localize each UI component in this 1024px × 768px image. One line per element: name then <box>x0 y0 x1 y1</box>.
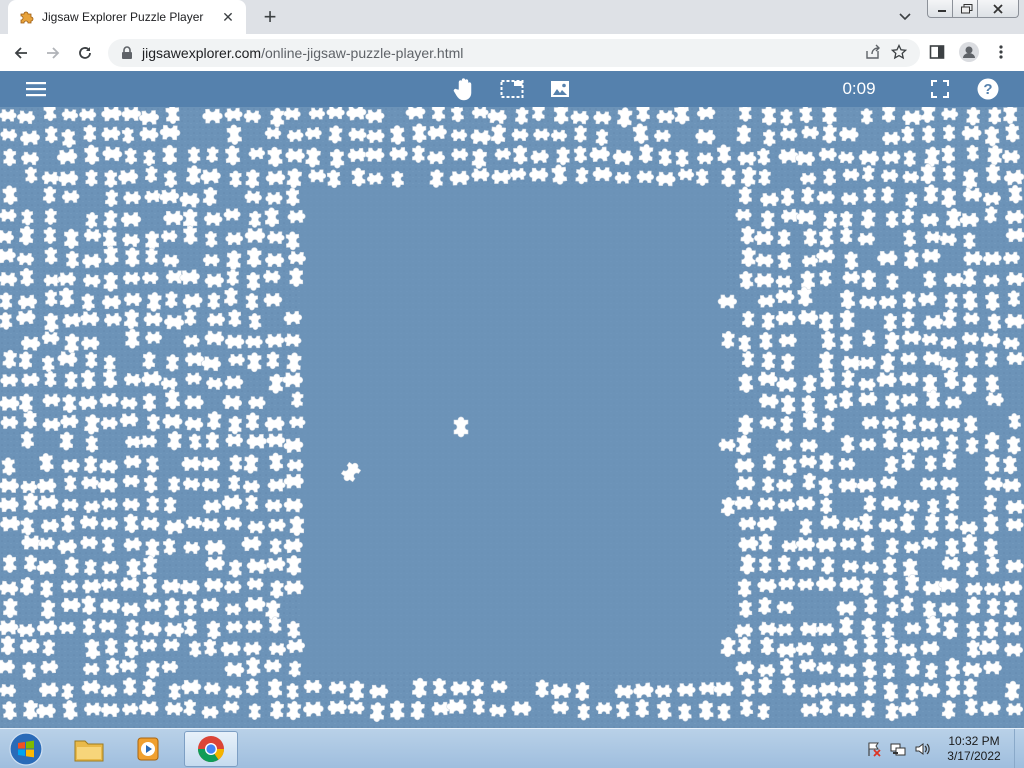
share-icon[interactable] <box>862 41 884 63</box>
clock-time: 10:32 PM <box>948 734 1000 748</box>
back-button[interactable] <box>8 40 34 66</box>
help-icon[interactable]: ? <box>976 77 1000 101</box>
start-button[interactable] <box>6 731 46 767</box>
assembly-area <box>300 187 725 672</box>
address-bar[interactable]: jigsawexplorer.com/online-jigsaw-puzzle-… <box>108 39 920 67</box>
url-path: /online-jigsaw-puzzle-player.html <box>261 45 464 61</box>
side-panel-icon[interactable] <box>926 41 948 63</box>
more-menu-icon[interactable] <box>990 41 1012 63</box>
browser-tab[interactable]: Jigsaw Explorer Puzzle Player ✕ <box>8 0 246 34</box>
fullscreen-icon[interactable] <box>928 77 952 101</box>
browser-toolbar: jigsawexplorer.com/online-jigsaw-puzzle-… <box>0 34 1024 71</box>
google-chrome-taskbar-icon[interactable] <box>184 731 238 767</box>
close-tab-icon[interactable]: ✕ <box>220 9 236 25</box>
show-desktop-button[interactable] <box>1014 729 1024 768</box>
hand-icon[interactable] <box>452 77 476 101</box>
puzzle-timer: 0:09 <box>842 79 876 98</box>
tab-title: Jigsaw Explorer Puzzle Player <box>42 10 204 24</box>
forward-button[interactable] <box>40 40 66 66</box>
puzzle-pieces-layer[interactable] <box>0 107 1024 728</box>
media-player-taskbar-icon[interactable] <box>122 731 176 767</box>
menu-icon[interactable] <box>24 77 48 101</box>
puzzle-app-bar: 0:09 ? <box>0 71 1024 107</box>
action-center-flag-icon[interactable] <box>866 741 882 757</box>
system-clock[interactable]: 10:32 PM 3/17/2022 <box>944 734 1004 764</box>
bookmark-star-icon[interactable] <box>888 41 910 63</box>
new-tab-button[interactable]: + <box>258 4 282 29</box>
url-domain: jigsawexplorer.com <box>142 45 262 61</box>
image-icon[interactable] <box>548 77 572 101</box>
network-icon[interactable] <box>890 741 906 757</box>
windows-taskbar: 10:32 PM 3/17/2022 <box>0 728 1024 768</box>
tab-search-icon[interactable] <box>896 8 914 26</box>
puzzle-icon <box>18 9 34 25</box>
windows-explorer-taskbar-icon[interactable] <box>62 731 116 767</box>
lock-icon[interactable] <box>120 46 134 60</box>
volume-icon[interactable] <box>914 741 930 757</box>
puzzle-board[interactable] <box>0 107 1024 728</box>
svg-text:?: ? <box>983 81 992 98</box>
selection-box-icon[interactable] <box>500 77 524 101</box>
url-text: jigsawexplorer.com/online-jigsaw-puzzle-… <box>142 45 463 61</box>
clock-date: 3/17/2022 <box>947 749 1001 763</box>
reload-button[interactable] <box>72 40 98 66</box>
close-window-button[interactable] <box>977 0 1019 18</box>
profile-avatar-icon[interactable] <box>958 41 980 63</box>
tab-strip: Jigsaw Explorer Puzzle Player ✕ + <box>0 0 1024 34</box>
